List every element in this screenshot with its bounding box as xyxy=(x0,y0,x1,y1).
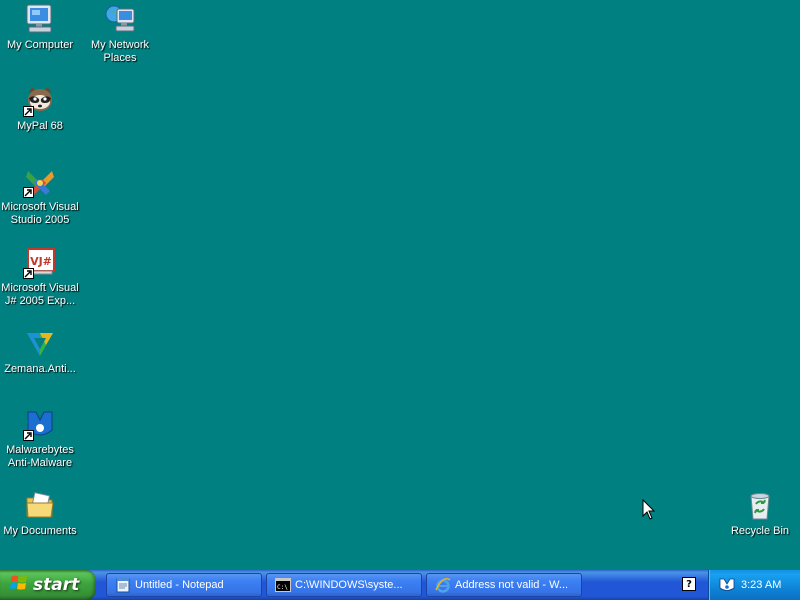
shortcut-arrow-icon xyxy=(23,106,34,117)
help-icon[interactable]: ? xyxy=(682,577,696,591)
vjsharp-icon: VJ# xyxy=(23,245,57,279)
desktop-icon-label: My Documents xyxy=(3,525,77,537)
ie-icon xyxy=(435,577,451,593)
raccoon-icon xyxy=(23,83,57,117)
desktop-icon-zemana-antimalware[interactable]: Zemana.Anti... xyxy=(0,326,80,376)
desktop-icon-label: My Computer xyxy=(6,39,74,51)
desktop-icon-mypal-68[interactable]: MyPal 68 xyxy=(0,83,80,133)
console-icon: C:\ xyxy=(275,577,291,593)
taskbar-button-command-prompt[interactable]: C:\ C:\WINDOWS\syste... xyxy=(266,573,422,597)
shortcut-arrow-icon xyxy=(23,430,34,441)
taskbar-button-notepad[interactable]: Untitled - Notepad xyxy=(106,573,262,597)
taskbar-button-label: Untitled - Notepad xyxy=(135,579,224,591)
windows-logo-icon xyxy=(10,574,28,597)
desktop-icon-label: Malwarebytes Anti-Malware xyxy=(6,444,74,469)
visual-studio-icon xyxy=(23,164,57,198)
desktop-icon-label: Microsoft Visual Studio 2005 xyxy=(1,201,79,226)
desktop-icon-label: Microsoft Visual J# 2005 Exp... xyxy=(1,282,79,307)
recycle-bin-icon xyxy=(743,488,777,522)
folder-icon xyxy=(23,488,57,522)
desktop-icon-my-network-places[interactable]: My Network Places xyxy=(80,2,160,65)
taskbar-button-label: C:\WINDOWS\syste... xyxy=(295,579,403,591)
system-tray: 3:23 AM xyxy=(708,570,800,600)
desktop-icon-malwarebytes[interactable]: Malwarebytes Anti-Malware xyxy=(0,407,80,470)
desktop-icon-my-computer[interactable]: My Computer xyxy=(0,2,80,52)
mouse-cursor-icon xyxy=(642,499,656,520)
desktop-icon-visual-studio-2005[interactable]: Microsoft Visual Studio 2005 xyxy=(0,164,80,227)
shortcut-arrow-icon xyxy=(23,268,34,279)
desktop-icon-label: My Network Places xyxy=(90,39,150,64)
desktop[interactable]: My Computer My Network Places MyPal 68 M… xyxy=(0,0,800,570)
desktop-icon-label: Recycle Bin xyxy=(730,525,790,537)
desktop-icon-recycle-bin[interactable]: Recycle Bin xyxy=(720,488,800,538)
desktop-icon-label: MyPal 68 xyxy=(17,120,63,132)
taskbar-button-label: Address not valid - W... xyxy=(455,579,569,591)
zemana-icon xyxy=(23,326,57,360)
malwarebytes-tray-icon[interactable] xyxy=(719,578,735,592)
network-icon xyxy=(103,2,137,36)
desktop-icon-my-documents[interactable]: My Documents xyxy=(0,488,80,538)
taskbar: start Untitled - Notepad C:\ C:\WINDOWS\… xyxy=(0,570,800,600)
svg-text:VJ#: VJ# xyxy=(30,255,52,268)
start-button[interactable]: start xyxy=(0,570,96,600)
taskbar-button-internet-explorer[interactable]: Address not valid - W... xyxy=(426,573,582,597)
malwarebytes-icon xyxy=(23,407,57,441)
desktop-icon-label: Zemana.Anti... xyxy=(4,363,76,375)
computer-icon xyxy=(23,2,57,36)
start-label: start xyxy=(33,575,80,595)
svg-text:C:\: C:\ xyxy=(277,584,288,591)
notepad-icon xyxy=(115,577,131,593)
desktop-icon-visual-jsharp-2005[interactable]: VJ# Microsoft Visual J# 2005 Exp... xyxy=(0,245,80,308)
shortcut-arrow-icon xyxy=(23,187,34,198)
clock[interactable]: 3:23 AM xyxy=(741,579,781,591)
